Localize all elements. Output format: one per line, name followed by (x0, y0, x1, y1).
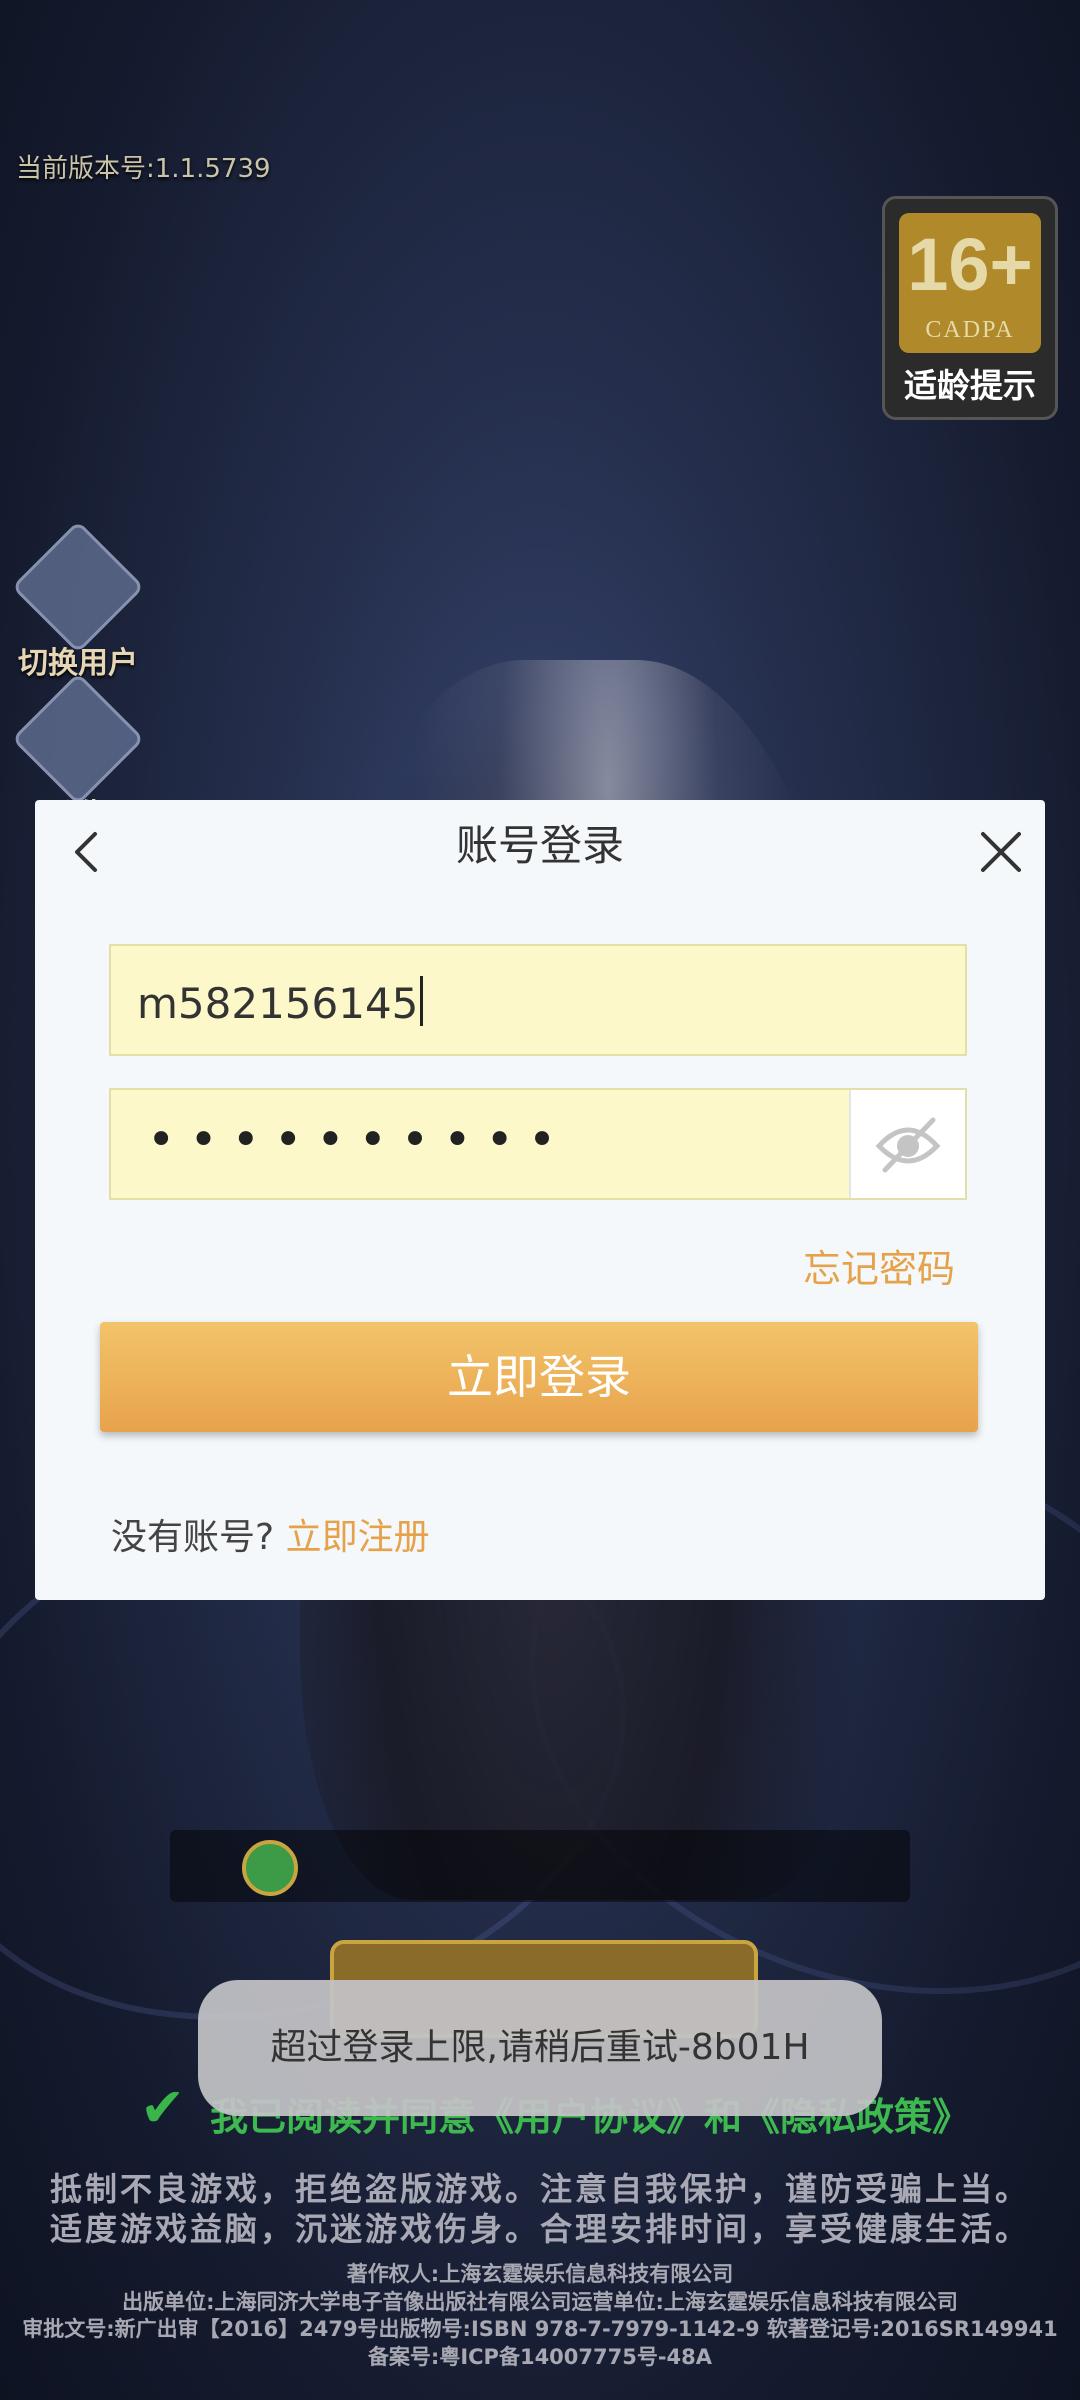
login-button[interactable]: 立即登录 (100, 1322, 978, 1432)
server-select-bar[interactable] (170, 1830, 910, 1902)
register-row: 没有账号? 立即注册 (111, 1508, 430, 1560)
checkmark-icon[interactable]: ✔ (140, 2080, 196, 2136)
age-rating-icon: 16+ CADPA (899, 213, 1041, 353)
close-icon (981, 832, 1021, 872)
toggle-password-visibility-button[interactable] (849, 1090, 965, 1198)
password-input[interactable]: •••••••••• (109, 1088, 967, 1200)
legal-line-2: 出版单位:上海同济大学电子音像出版社有限公司运营单位:上海玄霆娱乐信息科技有限公… (122, 2290, 958, 2314)
register-link[interactable]: 立即注册 (286, 1517, 430, 1558)
switch-user-icon (11, 520, 145, 654)
age-rating-label: 适龄提示 (904, 366, 1036, 405)
text-caret (420, 976, 424, 1026)
notice-icon (11, 672, 145, 806)
version-label: 当前版本号:1.1.5739 (16, 154, 271, 184)
forgot-password-link[interactable]: 忘记密码 (803, 1238, 955, 1293)
account-input[interactable]: m582156145 (109, 944, 967, 1056)
password-value: •••••••••• (147, 1112, 571, 1168)
login-dialog: 账号登录 m582156145 •••••••••• 忘记密码 立即登录 没有账… (35, 800, 1045, 1600)
legal-line-1: 著作权人:上海玄霆娱乐信息科技有限公司 (346, 2262, 734, 2286)
dialog-title: 账号登录 (455, 821, 624, 870)
close-button[interactable] (969, 820, 1033, 884)
account-value-wrap: m582156145 (137, 976, 424, 1028)
account-value: m582156145 (137, 979, 419, 1028)
legal-line-3: 审批文号:新广出审【2016】2479号出版物号:ISBN 978-7-7979… (22, 2317, 1058, 2341)
health-warning-line-2: 适度游戏益脑，沉迷游戏伤身。合理安排时间，享受健康生活。 (49, 2210, 1030, 2248)
error-toast: 超过登录上限,请稍后重试-8b01H (198, 1980, 882, 2116)
age-rating-org: CADPA (925, 317, 1015, 343)
eye-off-icon (875, 1117, 941, 1173)
server-status-icon (242, 1840, 298, 1896)
legal-line-4: 备案号:粤ICP备14007775号-48A (367, 2345, 713, 2369)
age-rating-number: 16+ (907, 223, 1033, 306)
no-account-text: 没有账号? (111, 1517, 275, 1558)
age-rating-badge[interactable]: 16+ CADPA 适龄提示 (882, 196, 1058, 420)
switch-user-button[interactable]: 切换用户 (8, 520, 148, 682)
